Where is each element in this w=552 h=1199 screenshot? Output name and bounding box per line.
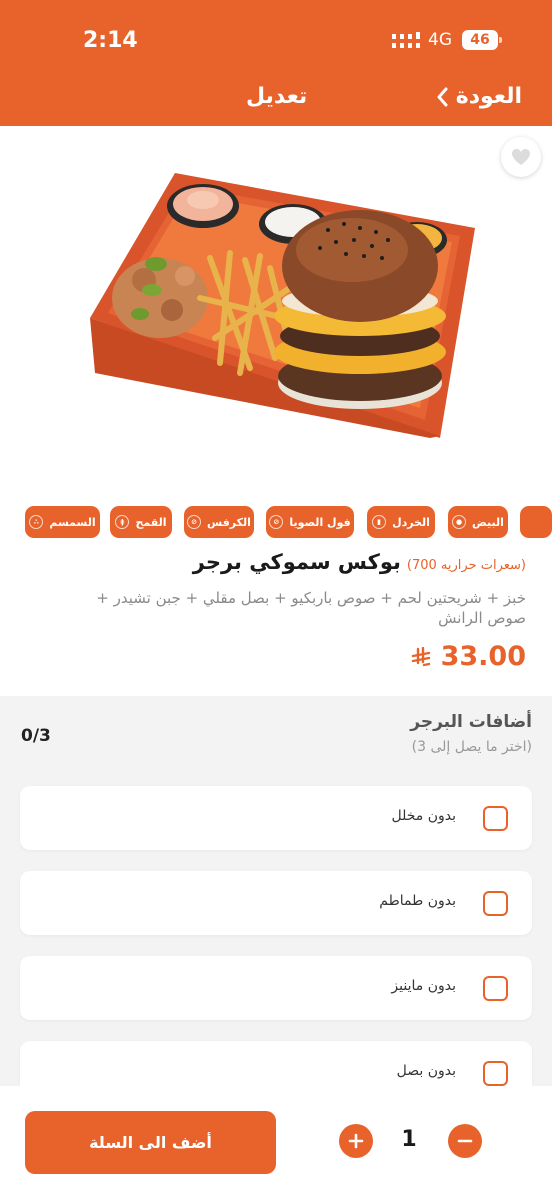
addon-label: بدون مخلل (391, 808, 456, 824)
top-bar: 2:14 4G 46 تعديل العودة (0, 0, 552, 126)
decrease-quantity-button[interactable] (448, 1124, 482, 1158)
allergen-label: فول الصويا (289, 515, 351, 529)
add-to-cart-button[interactable]: أضف الى السلة (25, 1111, 276, 1174)
addons-title: أضافات البرجر (410, 712, 532, 732)
signal-icon (392, 32, 420, 48)
network-type: 4G (428, 30, 452, 50)
allergen-chip-mustard: ▮ الخردل (367, 506, 435, 538)
product-image (90, 173, 475, 438)
battery-cap (499, 37, 502, 43)
egg-icon: ● (452, 515, 467, 529)
product-section: ● البيض ▮ الخردل ⊘ فول الصويا ⊘ الكرفس ǂ… (0, 126, 552, 696)
page-title: تعديل (246, 84, 308, 109)
allergen-label: السمسم (49, 515, 96, 529)
allergen-label: الكرفس (207, 515, 251, 529)
addons-section: أضافات البرجر (اختر ما يصل إلى 3) 0/3 بد… (0, 696, 552, 1086)
product-heading: بوكس سموكي برجر (سعرات حراريه 700) (193, 550, 526, 574)
heart-icon (512, 149, 530, 165)
back-button[interactable]: العودة (436, 84, 522, 109)
price-value: 33.00 (440, 641, 526, 672)
status-time: 2:14 (83, 28, 138, 53)
product-price: 33.00 (411, 641, 526, 672)
allergen-chip-soy: ⊘ فول الصويا (266, 506, 354, 538)
checkbox[interactable] (483, 976, 508, 1001)
soy-icon: ⊘ (269, 515, 284, 529)
allergen-chip-egg: ● البيض (448, 506, 508, 538)
addons-count: 0/3 (21, 726, 51, 746)
allergen-label: القمح (135, 515, 167, 529)
allergen-chip-partial (520, 506, 552, 538)
allergen-label: البيض (472, 515, 504, 529)
allergen-chip-sesame: ∴ السمسم (25, 506, 100, 538)
checkbox[interactable] (483, 1061, 508, 1086)
bottom-bar: أضف الى السلة 1 (0, 1086, 552, 1199)
addon-label: بدون ماينيز (391, 978, 456, 994)
riyal-icon (411, 646, 430, 666)
battery-icon: 46 (462, 30, 498, 50)
product-calories: (سعرات حراريه 700) (406, 558, 526, 573)
favorite-button[interactable] (501, 137, 541, 177)
allergen-label: الخردل (392, 515, 430, 529)
addon-option-no-pickles[interactable]: بدون مخلل (20, 786, 532, 850)
allergen-chip-celery: ⊘ الكرفس (184, 506, 254, 538)
product-description: خبز + شريحتين لحم + صوص باربكيو + بصل مق… (96, 589, 526, 627)
back-label: العودة (455, 84, 522, 109)
product-name: بوكس سموكي برجر (192, 550, 401, 574)
allergen-chip-wheat: ǂ القمح (110, 506, 172, 538)
checkbox[interactable] (483, 891, 508, 916)
minus-icon (457, 1139, 473, 1143)
increase-quantity-button[interactable] (339, 1124, 373, 1158)
plus-icon (348, 1133, 364, 1149)
addon-option-no-onion[interactable]: بدون بصل (20, 1041, 532, 1086)
sesame-icon: ∴ (29, 515, 44, 529)
addons-subtitle: (اختر ما يصل إلى 3) (411, 739, 532, 755)
addon-option-no-tomato[interactable]: بدون طماطم (20, 871, 532, 935)
allergen-chips: ● البيض ▮ الخردل ⊘ فول الصويا ⊘ الكرفس ǂ… (0, 506, 552, 538)
mustard-icon: ▮ (372, 515, 387, 529)
status-bar: 2:14 4G 46 (0, 28, 552, 56)
celery-icon: ⊘ (187, 515, 202, 529)
addon-label: بدون بصل (396, 1063, 456, 1079)
checkbox[interactable] (483, 806, 508, 831)
addon-label: بدون طماطم (379, 893, 456, 909)
wheat-icon: ǂ (115, 515, 130, 529)
chevron-left-icon (437, 87, 448, 106)
quantity-value: 1 (401, 1127, 417, 1152)
addon-option-no-mayo[interactable]: بدون ماينيز (20, 956, 532, 1020)
